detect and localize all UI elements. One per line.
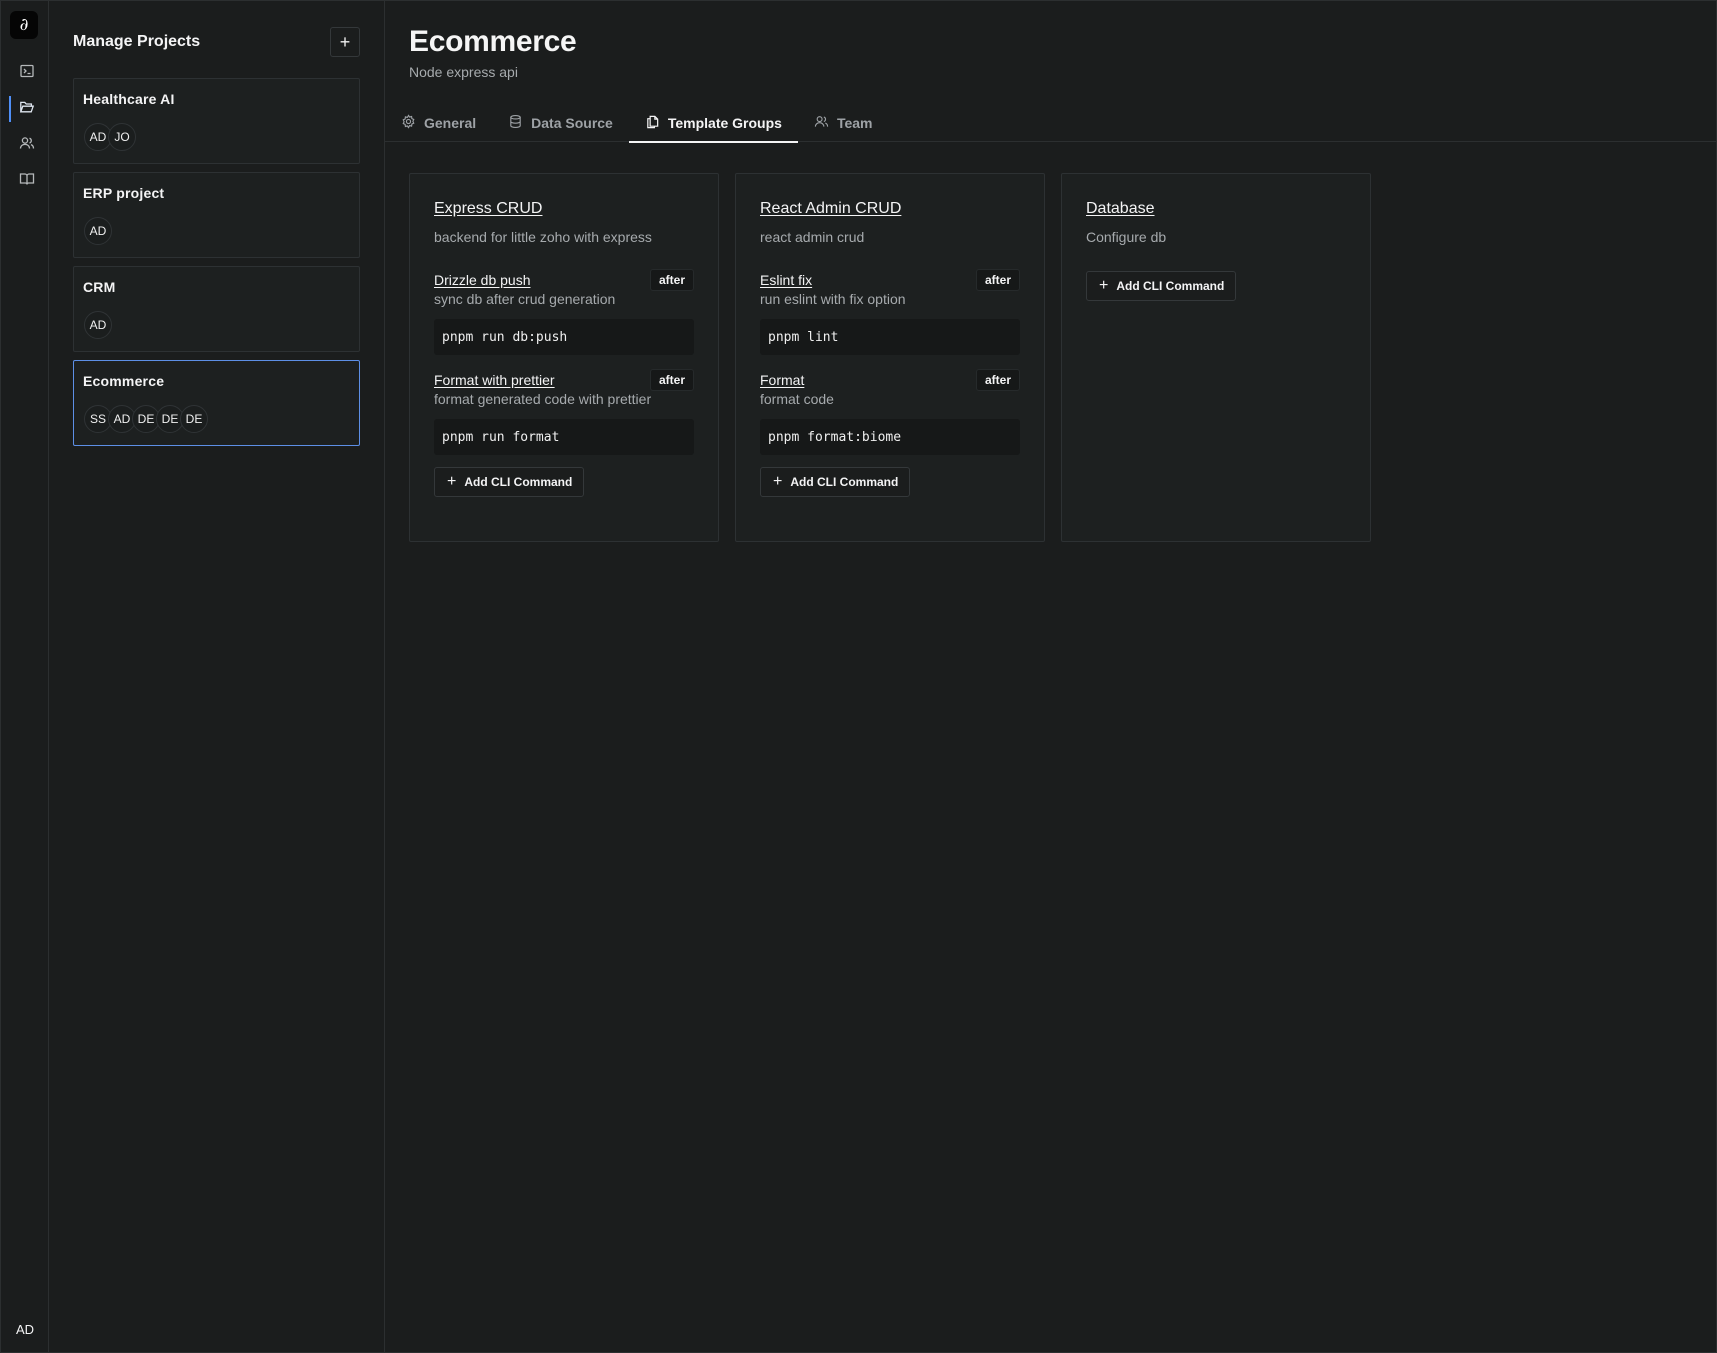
project-name: ERP project [83, 185, 165, 201]
terminal-icon [19, 63, 35, 84]
button-label: Add CLI Command [1116, 279, 1225, 293]
cli-command: Drizzle db push after sync db after crud… [434, 269, 694, 355]
cli-command: Eslint fix after run eslint with fix opt… [760, 269, 1020, 355]
project-members: AD JO [84, 123, 136, 151]
tab-data-source[interactable]: Data Source [508, 103, 629, 142]
group-description: react admin crud [760, 229, 865, 245]
group-description: backend for little zoho with express [434, 229, 652, 245]
project-name: CRM [83, 279, 116, 295]
timing-badge: after [649, 269, 694, 291]
button-label: Add CLI Command [464, 475, 573, 489]
group-title-link[interactable]: Express CRUD [434, 200, 694, 218]
avatar: AD [84, 217, 112, 245]
avatar: JO [108, 123, 136, 151]
project-members: AD [84, 217, 112, 245]
logo-glyph: ∂ [19, 15, 29, 35]
tab-template-groups[interactable]: Template Groups [628, 103, 799, 143]
plus-icon: + [773, 473, 783, 490]
project-name: Ecommerce [83, 373, 165, 389]
plus-icon: + [447, 473, 457, 490]
tab-label: Data Source [531, 114, 613, 131]
tab-label: Template Groups [667, 114, 782, 131]
command-name-link[interactable]: Eslint fix [760, 269, 812, 288]
avatar: DE [180, 405, 208, 433]
book-open-icon [19, 171, 35, 192]
timing-badge: after [649, 369, 694, 391]
folder-open-icon [19, 99, 35, 120]
projects-header: Manage Projects + [73, 27, 360, 57]
project-name: Healthcare AI [83, 91, 175, 107]
page-subtitle: Node express api [409, 64, 518, 80]
users-icon [19, 135, 35, 156]
cli-command: Format after format code pnpm format:bio… [760, 369, 1020, 455]
user-avatar[interactable]: AD [7, 1314, 43, 1344]
command-description: format code [760, 391, 834, 407]
database-icon [508, 114, 523, 132]
template-group-card: Express CRUD backend for little zoho wit… [409, 173, 719, 542]
project-card-erp-project[interactable]: ERP project AD [73, 172, 360, 258]
project-card-healthcare-ai[interactable]: Healthcare AI AD JO [73, 78, 360, 164]
copy-icon [645, 114, 660, 132]
gear-icon [401, 113, 416, 132]
timing-badge: after [975, 369, 1020, 391]
command-name-link[interactable]: Format with prettier [434, 369, 555, 388]
users-icon [814, 114, 829, 132]
app-logo[interactable]: ∂ [10, 11, 38, 39]
rail-docs[interactable] [9, 166, 45, 196]
page-title: Ecommerce [409, 25, 577, 58]
tab-bar: General Data Source Template Groups Team [385, 103, 1716, 143]
icon-rail: ∂ AD [1, 1, 49, 1352]
command-description: run eslint with fix option [760, 291, 906, 307]
template-group-card: React Admin CRUD react admin crud Eslint… [735, 173, 1045, 542]
tab-label: General [424, 114, 477, 131]
rail-users[interactable] [9, 130, 45, 160]
project-members: SS AD DE DE DE [84, 405, 208, 433]
command-code: pnpm run format [434, 419, 694, 455]
group-title-link[interactable]: Database [1086, 200, 1346, 218]
template-group-card: Database Configure db + Add CLI Command [1061, 173, 1371, 542]
timing-badge: after [975, 269, 1020, 291]
command-name-link[interactable]: Format [760, 369, 804, 388]
project-card-crm[interactable]: CRM AD [73, 266, 360, 352]
add-cli-command-button[interactable]: + Add CLI Command [434, 467, 585, 497]
project-members: AD [84, 311, 112, 339]
add-cli-command-button[interactable]: + Add CLI Command [1086, 271, 1237, 301]
avatar: AD [84, 311, 112, 339]
command-code: pnpm run db:push [434, 319, 694, 355]
main-content: Ecommerce Node express api General Data … [385, 1, 1716, 1352]
command-code: pnpm lint [760, 319, 1020, 355]
command-name-link[interactable]: Drizzle db push [434, 269, 531, 288]
template-groups: Express CRUD backend for little zoho wit… [409, 173, 1371, 542]
rail-terminal[interactable] [9, 58, 45, 88]
add-cli-command-button[interactable]: + Add CLI Command [760, 467, 911, 497]
add-project-button[interactable]: + [330, 27, 360, 57]
plus-icon: + [1099, 277, 1109, 294]
cli-command: Format with prettier after format genera… [434, 369, 694, 455]
projects-sidebar: Manage Projects + Healthcare AI AD JO ER… [49, 1, 385, 1352]
group-title-link[interactable]: React Admin CRUD [760, 200, 1020, 218]
tab-team[interactable]: Team [814, 103, 889, 142]
app-window: ∂ AD Manage Projects + Healthcare AI AD … [0, 0, 1717, 1353]
group-description: Configure db [1086, 229, 1167, 245]
plus-icon: + [339, 31, 351, 52]
project-card-ecommerce[interactable]: Ecommerce SS AD DE DE DE [73, 360, 360, 446]
command-description: sync db after crud generation [434, 291, 616, 307]
rail-projects[interactable] [9, 94, 45, 124]
command-description: format generated code with prettier [434, 391, 652, 407]
tab-general[interactable]: General [401, 103, 492, 142]
tab-label: Team [836, 114, 873, 131]
projects-title: Manage Projects [73, 33, 201, 50]
button-label: Add CLI Command [790, 475, 899, 489]
command-code: pnpm format:biome [760, 419, 1020, 455]
